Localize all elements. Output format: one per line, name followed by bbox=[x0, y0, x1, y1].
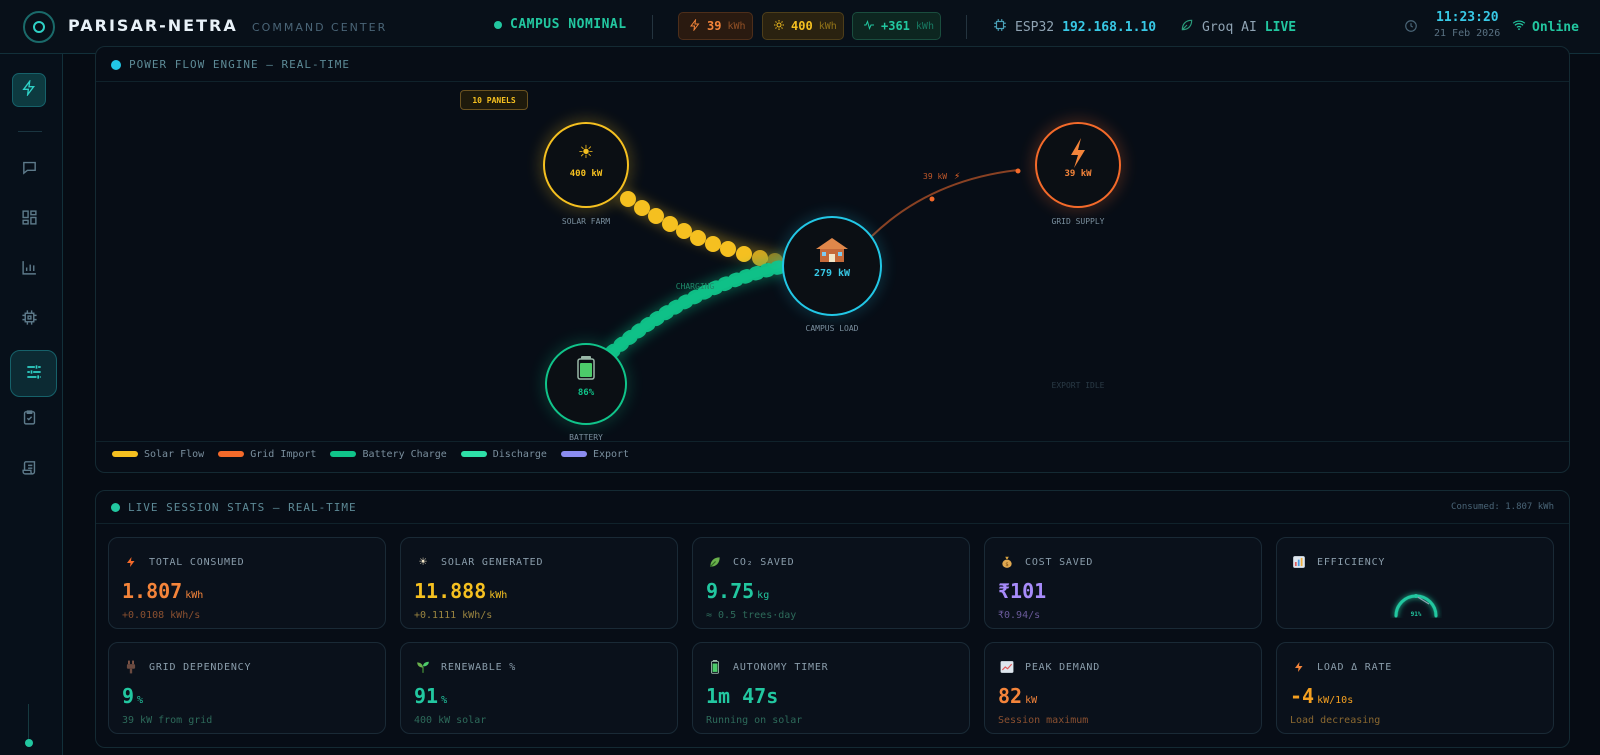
battery-label: BATTERY bbox=[569, 433, 603, 442]
stat-value: 9.75 bbox=[706, 579, 755, 603]
grid-supply-node bbox=[1035, 122, 1121, 208]
grid-label: GRID SUPPLY bbox=[1052, 217, 1105, 226]
svg-text:91%: 91% bbox=[1411, 611, 1422, 618]
stat-card-autonomy-timer: AUTONOMY TIMER 1m 47s Running on solar bbox=[692, 642, 970, 734]
stat-value: 91 bbox=[414, 684, 439, 708]
legend-grid-import: Grid Import bbox=[218, 449, 316, 460]
bolt-icon bbox=[1291, 659, 1307, 675]
sun-icon: ☀ bbox=[419, 554, 427, 570]
stat-sub: Running on solar bbox=[706, 715, 803, 726]
stat-card-load-delta-rate: LOAD Δ RATE -4 kW/10s Load decreasing bbox=[1276, 642, 1554, 734]
stat-sub: ₹0.94/s bbox=[998, 610, 1041, 621]
stat-card-grid-dependency: GRID DEPENDENCY 9% 39 kW from grid bbox=[108, 642, 386, 734]
stat-value: ₹101 bbox=[998, 579, 1047, 603]
sun-icon: ☀ bbox=[578, 142, 594, 163]
stat-card-co2-saved: CO₂ SAVED 9.75 kg ≈ 0.5 trees·day bbox=[692, 537, 970, 629]
stat-sub: Session maximum bbox=[998, 715, 1089, 726]
flow-legend: Solar Flow Grid Import Battery Charge Di… bbox=[112, 449, 629, 460]
stat-value: 9 bbox=[122, 684, 135, 708]
export-idle-label: EXPORT IDLE bbox=[1052, 381, 1105, 390]
legend-export: Export bbox=[560, 449, 629, 460]
stat-sub: ≈ 0.5 trees·day bbox=[706, 610, 797, 621]
campus-load-node bbox=[782, 216, 882, 316]
consumed-note: Consumed: 1.807 kWh bbox=[1451, 502, 1554, 512]
stat-sub: Load decreasing bbox=[1290, 715, 1381, 726]
stat-card-efficiency: EFFICIENCY 91% bbox=[1276, 537, 1554, 629]
stat-value: -4 bbox=[1290, 684, 1315, 708]
panels-badge: 10 PANELS bbox=[460, 90, 528, 110]
stat-sub: +0.1111 kWh/s bbox=[414, 610, 493, 621]
stat-value: 1.807 bbox=[122, 579, 183, 603]
stat-card-renewable: RENEWABLE % 91% 400 kW solar bbox=[400, 642, 678, 734]
money-bag-icon: $ bbox=[999, 554, 1015, 570]
plug-icon bbox=[123, 659, 139, 675]
stat-sub: 400 kW solar bbox=[414, 715, 487, 726]
campus-value: 279 kW bbox=[814, 268, 851, 279]
stat-sub: 39 kW from grid bbox=[122, 715, 213, 726]
session-stats-title: LIVE SESSION STATS — REAL-TIME bbox=[111, 501, 357, 514]
solar-flow-stream bbox=[616, 189, 792, 269]
stat-card-peak-demand: PEAK DEMAND 82 kW Session maximum bbox=[984, 642, 1262, 734]
grid-line-label: 39 kW bbox=[923, 172, 947, 181]
solar-value: 400 kW bbox=[570, 169, 603, 179]
grid-value: 39 kW bbox=[1064, 169, 1092, 179]
legend-solar-flow: Solar Flow bbox=[112, 449, 204, 460]
chart-icon bbox=[1291, 554, 1307, 570]
bolt-icon bbox=[123, 554, 139, 570]
legend-discharge: Discharge bbox=[460, 449, 547, 460]
leaf-icon bbox=[707, 554, 723, 570]
svg-text:$: $ bbox=[1005, 562, 1008, 568]
stat-sub: +0.0108 kWh/s bbox=[122, 610, 201, 621]
stat-value: 82 bbox=[998, 684, 1023, 708]
battery-charge-stream bbox=[605, 256, 797, 359]
solar-label: SOLAR FARM bbox=[562, 217, 610, 226]
bolt-icon: ⚡ bbox=[954, 172, 960, 182]
seedling-icon bbox=[415, 659, 431, 675]
efficiency-gauge: 91% bbox=[1394, 594, 1438, 618]
stat-card-total-consumed: TOTAL CONSUMED 1.807 kWh +0.0108 kWh/s bbox=[108, 537, 386, 629]
stat-value: 11.888 bbox=[414, 579, 487, 603]
stat-value: 1m 47s bbox=[706, 684, 779, 708]
campus-label: CAMPUS LOAD bbox=[806, 324, 859, 333]
solar-farm-node bbox=[543, 122, 629, 208]
charging-label: CHARGING bbox=[676, 282, 715, 291]
stat-card-cost-saved: $ COST SAVED ₹101 ₹0.94/s bbox=[984, 537, 1262, 629]
stat-card-solar-generated: ☀ SOLAR GENERATED 11.888 kWh +0.1111 kWh/… bbox=[400, 537, 678, 629]
battery-icon bbox=[707, 659, 723, 675]
battery-value: 86% bbox=[578, 388, 595, 398]
legend-battery-charge: Battery Charge bbox=[330, 449, 447, 460]
battery-icon bbox=[577, 356, 595, 380]
trend-icon bbox=[999, 659, 1015, 675]
